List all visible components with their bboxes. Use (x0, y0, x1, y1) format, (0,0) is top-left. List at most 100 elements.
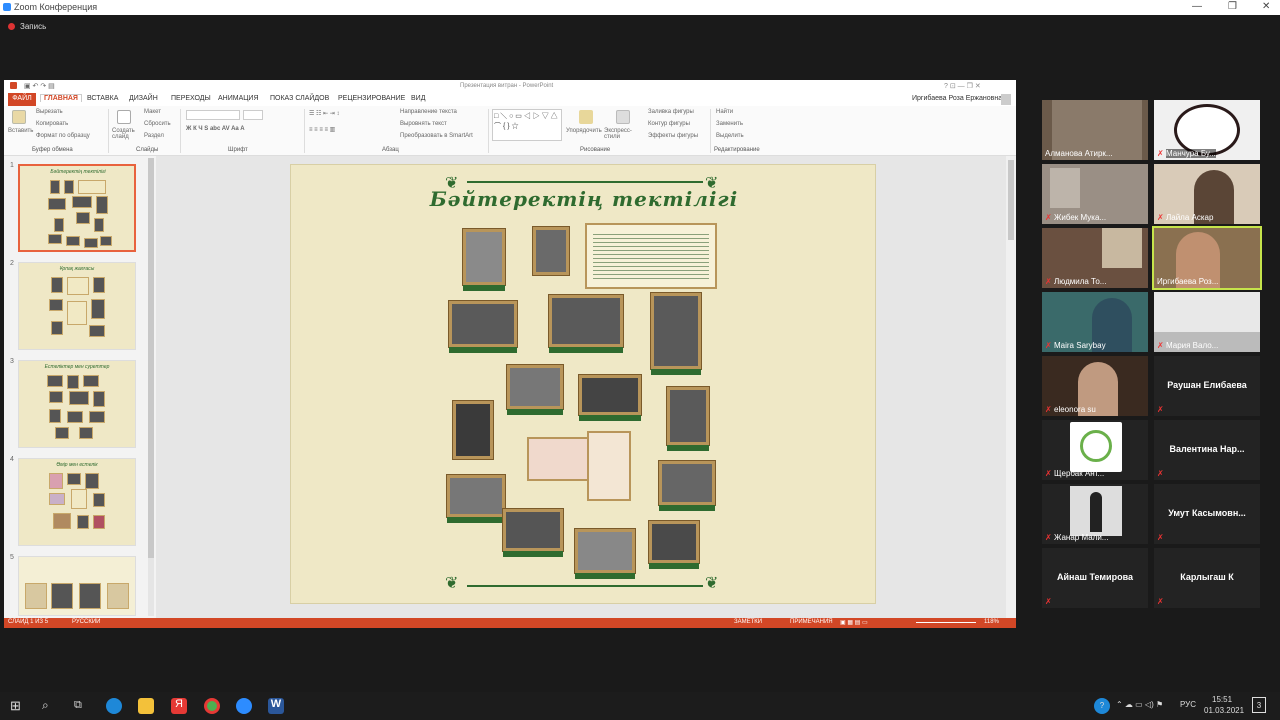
slide-thumbnail-2[interactable]: Ұрпақ жалғасы (18, 262, 136, 350)
shape-outline-button[interactable]: Контур фигуры (648, 121, 690, 127)
zoom-window-title: Zoom Конференция (14, 2, 98, 12)
slide-thumbnail-1[interactable]: Бәйтеректің тектілігі (18, 164, 136, 252)
section-button[interactable]: Раздел (144, 133, 164, 139)
tab-slideshow[interactable]: ПОКАЗ СЛАЙДОВ (270, 95, 329, 102)
thumbnail-scrollbar[interactable] (148, 158, 154, 616)
clock-time[interactable]: 15:51 (1212, 695, 1232, 704)
arrange-button[interactable]: Упорядочить (566, 128, 602, 134)
participant-tile[interactable]: ✗ Жибек Мука... (1042, 164, 1148, 224)
align-buttons[interactable]: ≡ ≡ ≡ ≡ ▥ (309, 126, 335, 133)
participant-tile[interactable]: Умут Касымовн... ✗ (1154, 484, 1260, 544)
font-style-buttons[interactable]: Ж К Ч S abc AV Aa A (186, 126, 245, 132)
shapes-gallery[interactable]: □ ＼ ○ ▭ ◁ ▷ ▽ △ ⌒ { } ☆ (492, 109, 562, 141)
photo-group (503, 509, 563, 557)
text-direction-button[interactable]: Направление текста (400, 109, 457, 115)
clock-date[interactable]: 01.03.2021 (1204, 706, 1244, 715)
participant-tile[interactable]: ✗ Жанар Мали... (1042, 484, 1148, 544)
new-slide-icon[interactable] (117, 110, 131, 124)
maximize-button[interactable]: ❐ (1228, 1, 1237, 12)
thumb-title: Естеліктер мен суреттер (44, 364, 110, 370)
participant-tile[interactable]: ✗ eleonora su (1042, 356, 1148, 416)
cut-button[interactable]: Вырезать (36, 109, 63, 115)
notification-center-icon[interactable]: 3 (1252, 697, 1266, 713)
quick-styles-icon[interactable] (616, 110, 630, 124)
zoom-level[interactable]: 118% (984, 619, 999, 625)
notes-button[interactable]: ЗАМЕТКИ (734, 619, 762, 625)
replace-button[interactable]: Заменить (716, 121, 743, 127)
smartart-button[interactable]: Преобразовать в SmartArt (400, 133, 473, 139)
tab-animations[interactable]: АНИМАЦИЯ (218, 95, 259, 102)
font-name-dropdown[interactable] (186, 110, 240, 120)
current-slide[interactable]: ❦ ❦ Бәйтеректің тектілігі ❦ ❦ (290, 164, 876, 604)
reset-button[interactable]: Сбросить (144, 121, 171, 127)
word-icon[interactable]: W (268, 698, 284, 714)
search-icon[interactable]: ⌕ (42, 698, 49, 713)
minimize-button[interactable]: — (1192, 1, 1202, 12)
edge-icon[interactable] (106, 698, 122, 714)
paste-button[interactable]: Вставить (8, 128, 33, 134)
participant-tile[interactable]: ✗ Щербак Ант... (1042, 420, 1148, 480)
format-painter-button[interactable]: Формат по образцу (36, 133, 90, 139)
tab-home[interactable]: ГЛАВНАЯ (40, 94, 82, 102)
participant-tile-active-speaker[interactable]: Иргибаева Роз... (1152, 226, 1262, 290)
user-name[interactable]: Иргибаева Роза Ержановна (912, 95, 1002, 102)
slide-thumbnail-5[interactable] (18, 556, 136, 616)
tab-view[interactable]: ВИД (411, 95, 425, 102)
participant-tile[interactable]: ✗ Манчура Бу... (1154, 100, 1260, 160)
paste-icon[interactable] (12, 110, 26, 124)
language-indicator[interactable]: РУССКИЙ (72, 619, 100, 625)
participant-tile[interactable]: ✗ Мария Вало... (1154, 292, 1260, 352)
file-explorer-icon[interactable] (138, 698, 154, 714)
slide-thumbnail-3[interactable]: Естеліктер мен суреттер (18, 360, 136, 448)
tab-insert[interactable]: ВСТАВКА (87, 95, 118, 102)
user-avatar[interactable] (1001, 94, 1011, 105)
tray-icons[interactable]: ⌃ ☁ ▭ ◁) ⚑ (1116, 700, 1163, 709)
view-buttons[interactable]: ▣ ▦ ▤ ▭ (840, 619, 868, 626)
quick-access-icons[interactable]: ▣ ↶ ↷ ▤ (24, 82, 55, 90)
powerpoint-icon (10, 82, 17, 89)
zoom-slider[interactable] (916, 622, 976, 623)
find-button[interactable]: Найти (716, 109, 733, 115)
participant-tile[interactable]: ✗ Людмила То... (1042, 228, 1148, 288)
quick-styles-button[interactable]: Экспресс-стили (604, 128, 638, 140)
layout-button[interactable]: Макет (144, 109, 161, 115)
tab-design[interactable]: ДИЗАЙН (129, 95, 158, 102)
shape-effects-button[interactable]: Эффекты фигуры (648, 133, 698, 139)
task-view-icon[interactable]: ⧉ (74, 699, 82, 712)
slide-thumbnail-4[interactable]: Өмір мен естелік (18, 458, 136, 546)
participant-tile[interactable]: Валентина Нар... ✗ (1154, 420, 1260, 480)
slide-scrollbar[interactable] (1006, 156, 1016, 618)
help-icon[interactable]: ? (1094, 698, 1110, 714)
font-size-dropdown[interactable] (243, 110, 263, 120)
copy-button[interactable]: Копировать (36, 121, 68, 127)
tab-file[interactable]: ФАЙЛ (8, 93, 36, 106)
select-button[interactable]: Выделить (716, 133, 744, 139)
recording-indicator[interactable]: Запись (8, 22, 46, 31)
tab-review[interactable]: РЕЦЕНЗИРОВАНИЕ (338, 95, 405, 102)
tab-transitions[interactable]: ПЕРЕХОДЫ (171, 95, 211, 102)
new-slide-button[interactable]: Создать слайд (112, 128, 136, 140)
muted-mic-icon: ✗ (1157, 213, 1164, 222)
participant-tile[interactable]: Карлыгаш К ✗ (1154, 548, 1260, 608)
participant-tile[interactable]: Алманова Атирк... (1042, 100, 1148, 160)
participant-name: Иргибаева Роз... (1157, 277, 1219, 286)
photo-portrait (533, 227, 569, 275)
participant-tile[interactable]: Раушан Елибаева ✗ (1154, 356, 1260, 416)
ppt-window-controls[interactable]: ? ⊡ — ❐ ✕ (944, 82, 981, 90)
photo-group (447, 475, 505, 523)
chrome-icon[interactable] (204, 698, 220, 714)
comments-button[interactable]: ПРИМЕЧАНИЯ (790, 619, 833, 625)
participant-tile[interactable]: Айнаш Темирова ✗ (1042, 548, 1148, 608)
arrange-icon[interactable] (579, 110, 593, 124)
yandex-browser-icon[interactable]: Я (171, 698, 187, 714)
input-language[interactable]: РУС (1180, 700, 1196, 709)
align-text-button[interactable]: Выровнять текст (400, 121, 447, 127)
participant-name: Людмила То... (1054, 277, 1107, 286)
zoom-taskbar-icon[interactable] (236, 698, 252, 714)
close-button[interactable]: ✕ (1262, 1, 1270, 12)
participant-tile[interactable]: ✗ Лайла Аскар (1154, 164, 1260, 224)
shape-fill-button[interactable]: Заливка фигуры (648, 109, 694, 115)
participant-tile[interactable]: ✗ Maira Sarybay (1042, 292, 1148, 352)
list-buttons[interactable]: ☰ ☷ ⇤ ⇥ ↕ (309, 110, 339, 117)
windows-start-icon[interactable]: ⊞ (10, 698, 21, 714)
